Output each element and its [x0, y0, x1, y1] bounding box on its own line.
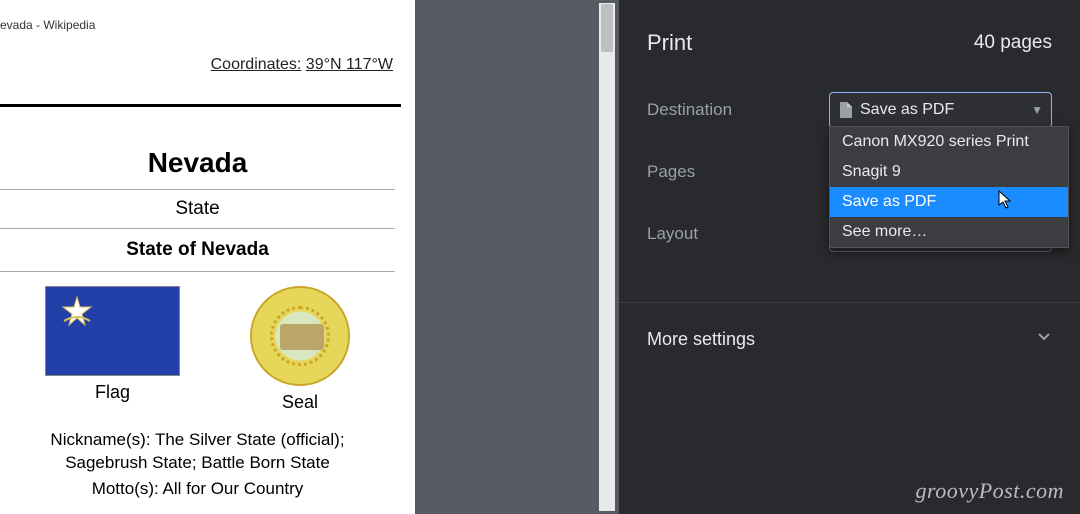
destination-dropdown[interactable]: Canon MX920 series Print Snagit 9 Save a…	[829, 126, 1069, 248]
destination-option-see-more[interactable]: See more…	[830, 217, 1068, 247]
destination-option-snagit[interactable]: Snagit 9	[830, 157, 1068, 187]
flag-label: Flag	[45, 376, 180, 403]
option-label: Save as PDF	[842, 193, 936, 210]
coordinates-line: Coordinates: 39°N 117°W	[0, 38, 415, 74]
seal-container: Seal	[250, 286, 350, 413]
horizontal-rule	[0, 104, 401, 107]
mouse-cursor-icon	[998, 190, 1014, 210]
chevron-down-icon	[1036, 329, 1052, 350]
motto-text: Motto(s): All for Our Country	[0, 475, 395, 499]
infobox-statename: State of Nevada	[0, 229, 395, 272]
pages-label: Pages	[647, 162, 829, 182]
page-count: 40 pages	[974, 32, 1052, 54]
symbols-row: Flag Seal	[0, 272, 395, 417]
pdf-file-icon	[838, 102, 852, 118]
nevada-seal-icon	[250, 286, 350, 386]
flag-container: Flag	[45, 286, 180, 403]
page-tab-title: evada - Wikipedia	[0, 0, 415, 38]
destination-selected-value: Save as PDF	[860, 101, 954, 119]
preview-page: evada - Wikipedia Coordinates: 39°N 117°…	[0, 0, 415, 514]
infobox-title: Nevada	[0, 137, 395, 190]
destination-select[interactable]: Save as PDF ▼	[829, 92, 1052, 128]
more-settings-label: More settings	[647, 329, 755, 350]
print-preview-area: evada - Wikipedia Coordinates: 39°N 117°…	[0, 0, 619, 514]
destination-label: Destination	[647, 100, 829, 120]
watermark-text: groovyPost.com	[915, 478, 1064, 504]
preview-scrollbar-track[interactable]	[599, 3, 615, 511]
print-sidebar: Print 40 pages Destination Save as PDF ▼…	[619, 0, 1080, 514]
print-title: Print	[647, 30, 692, 56]
destination-option-save-as-pdf[interactable]: Save as PDF	[830, 187, 1068, 217]
coordinates-label: Coordinates:	[211, 56, 302, 73]
seal-label: Seal	[250, 386, 350, 413]
nicknames-text: Nickname(s): The Silver State (official)…	[0, 417, 395, 475]
layout-label: Layout	[647, 224, 829, 244]
destination-option-canon[interactable]: Canon MX920 series Print	[830, 127, 1068, 157]
nevada-flag-icon	[45, 286, 180, 376]
sidebar-header: Print 40 pages	[619, 0, 1080, 82]
infobox: Nevada State State of Nevada Flag	[0, 137, 395, 499]
infobox-subtitle: State	[0, 190, 395, 229]
caret-down-icon: ▼	[1031, 103, 1043, 117]
flag-star-icon	[60, 295, 94, 329]
coordinates-value: 39°N 117°W	[306, 56, 393, 73]
preview-scrollbar-thumb[interactable]	[601, 4, 613, 52]
more-settings-toggle[interactable]: More settings	[619, 302, 1080, 376]
